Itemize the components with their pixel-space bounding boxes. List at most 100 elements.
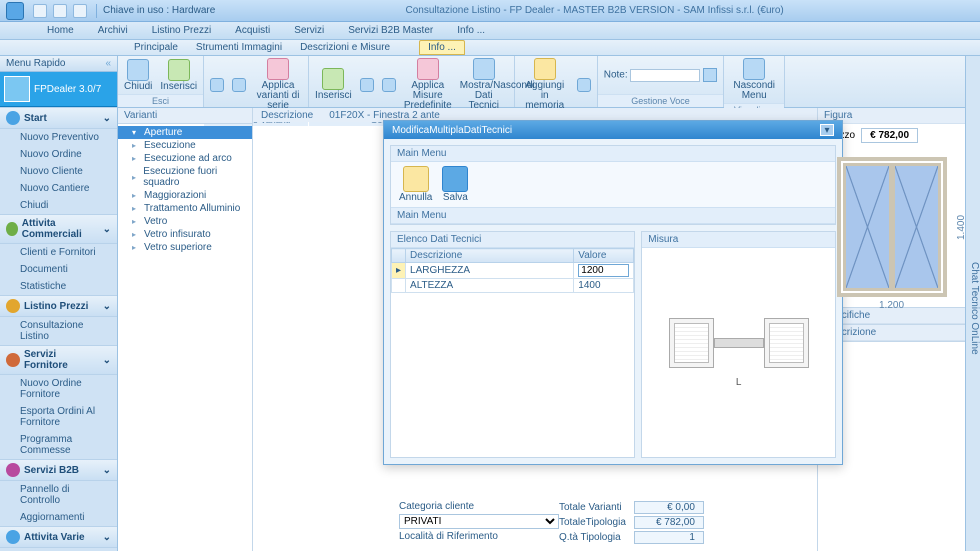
tree-node[interactable]: Vetro infisurato — [118, 228, 252, 241]
qat-redo-icon[interactable] — [73, 4, 87, 18]
value-input[interactable] — [578, 264, 629, 277]
nav-item[interactable]: Nuovo Cliente — [0, 163, 117, 180]
nav-group-head[interactable]: Servizi B2B ⌄ — [0, 459, 117, 481]
tree-node[interactable]: Aperture — [118, 126, 252, 139]
nav-group-icon — [6, 353, 20, 367]
app-orb[interactable] — [6, 2, 24, 20]
ribbon-button-label: Inserisci — [160, 82, 197, 92]
ribbon-button-label: Nascondi Menu — [730, 81, 778, 101]
tree-node[interactable]: Vetro — [118, 215, 252, 228]
search-icon[interactable] — [703, 68, 717, 82]
cell-valore-editing[interactable] — [574, 263, 634, 279]
ribbon-button[interactable]: Chiudi — [124, 59, 152, 92]
modal-save-label: Salva — [443, 192, 468, 203]
nav-group-head[interactable]: Attivita Varie ⌄ — [0, 526, 117, 548]
note-field[interactable]: Note: — [604, 68, 717, 82]
chevron-down-icon: ⌄ — [103, 301, 111, 312]
nav-item[interactable]: Chiudi — [0, 197, 117, 214]
variant-tree[interactable]: ApertureEsecuzioneEsecuzione ad arcoEsec… — [118, 124, 252, 256]
modal-save-button[interactable]: Salva — [442, 166, 468, 203]
menu-b2b[interactable]: Servizi B2B Master — [336, 25, 445, 36]
ribbon-button[interactable] — [382, 78, 396, 92]
nav-item[interactable]: Documenti — [0, 261, 117, 278]
menu-home[interactable]: Home — [35, 25, 86, 36]
nav-item[interactable]: Consultazione Listino — [0, 317, 117, 345]
tech-data-grid[interactable]: Descrizione Valore ▸ LARGHEZZA — [391, 248, 634, 293]
menu-listino[interactable]: Listino Prezzi — [140, 25, 223, 36]
nav-item[interactable]: Clienti e Fornitori — [0, 244, 117, 261]
tab-info-active[interactable]: Info ... — [419, 40, 465, 55]
modal-close-icon[interactable]: ▾ — [820, 124, 834, 136]
modal-title: ModificaMultiplaDatiTecnici — [392, 125, 512, 136]
menu-archivi[interactable]: Archivi — [86, 25, 140, 36]
cell-descrizione[interactable]: LARGHEZZA — [406, 263, 574, 279]
ribbon-button[interactable] — [210, 78, 224, 92]
ribbon-button[interactable]: Inserisci — [315, 68, 352, 101]
nav-item[interactable]: Statistiche — [0, 278, 117, 295]
chevron-down-icon: ⌄ — [103, 532, 111, 543]
note-input[interactable] — [630, 69, 700, 82]
category-select[interactable]: PRIVATI — [399, 514, 559, 529]
ribbon-button[interactable]: Mostra/Nascondi Dati Tecnici — [460, 58, 508, 111]
ribbon-button-icon — [360, 78, 374, 92]
nav-item[interactable]: Pannello di Controllo — [0, 481, 117, 509]
qat-undo-icon[interactable] — [53, 4, 67, 18]
col-valore[interactable]: Valore — [574, 249, 634, 263]
ribbon-button[interactable]: Nascondi Menu — [730, 58, 778, 101]
table-row[interactable]: ▸ LARGHEZZA — [392, 263, 634, 279]
nav-group-head[interactable]: Attivita Commerciali ⌄ — [0, 214, 117, 244]
ribbon-button-icon — [417, 58, 439, 80]
nav-item[interactable]: Nuovo Ordine Fornitore — [0, 375, 117, 403]
ribbon-tabs: Principale Strumenti Immagini Descrizion… — [0, 40, 980, 56]
cell-valore[interactable]: 1400 — [574, 279, 634, 293]
nav-item[interactable]: Esporta Ordini Al Fornitore — [0, 403, 117, 431]
ribbon: Chiudi Inserisci Esci Applica varianti di s… — [118, 56, 965, 108]
left-nav: Menu Rapido « FPDealer 3.0/7 Start ⌄Nuov… — [0, 56, 118, 551]
nav-item[interactable]: Nuovo Preventivo — [0, 129, 117, 146]
modal-cancel-button[interactable]: Annulla — [399, 166, 432, 203]
nav-item[interactable]: Nuovo Cantiere — [0, 180, 117, 197]
ribbon-button[interactable]: Applica Misure Predefinite — [404, 58, 452, 111]
ribbon-button-label: Applica Misure Predefinite — [404, 81, 452, 111]
ribbon-group: Note: Gestione Voce — [598, 56, 724, 107]
nav-item[interactable]: Programma Commesse — [0, 431, 117, 459]
ribbon-button[interactable]: Inserisci — [160, 59, 197, 92]
collapse-icon[interactable]: « — [105, 58, 111, 69]
nav-group-head[interactable]: Listino Prezzi ⌄ — [0, 295, 117, 317]
tree-node[interactable]: Vetro superiore — [118, 241, 252, 254]
tab-principale[interactable]: Principale — [125, 40, 187, 55]
nav-item[interactable]: Nuovo Ordine — [0, 146, 117, 163]
table-row[interactable]: ALTEZZA 1400 — [392, 279, 634, 293]
ribbon-button[interactable] — [577, 78, 591, 92]
ribbon-button[interactable]: Applica varianti di serie — [254, 58, 302, 111]
qat-save-icon[interactable] — [33, 4, 47, 18]
tab-descrizioni[interactable]: Descrizioni e Misure — [291, 40, 399, 55]
ribbon-button-icon — [743, 58, 765, 80]
tree-node[interactable]: Esecuzione ad arco — [118, 152, 252, 165]
nav-group-head[interactable]: Start ⌄ — [0, 107, 117, 129]
modal-title-bar[interactable]: ModificaMultiplaDatiTecnici ▾ — [384, 121, 842, 139]
col-descrizione[interactable]: Descrizione — [406, 249, 574, 263]
modal-cancel-label: Annulla — [399, 192, 432, 203]
cell-descrizione[interactable]: ALTEZZA — [406, 279, 574, 293]
chat-rail[interactable]: Chat Tecnico OnLine — [965, 56, 980, 551]
ribbon-button[interactable]: Aggiungi in memoria — [521, 58, 569, 111]
ribbon-button[interactable] — [232, 78, 246, 92]
nav-group-icon — [6, 299, 20, 313]
ribbon-button-icon — [473, 58, 495, 80]
menu-info[interactable]: Info ... — [445, 25, 497, 36]
ribbon-group-caption: Esci — [118, 94, 203, 107]
tab-strumenti[interactable]: Strumenti Immagini — [187, 40, 291, 55]
measure-preview-head: Misura — [642, 232, 835, 248]
menu-acquisti[interactable]: Acquisti — [223, 25, 282, 36]
tree-node[interactable]: Maggiorazioni — [118, 189, 252, 202]
nav-group-label: Start — [24, 113, 47, 124]
nav-item[interactable]: Aggiornamenti — [0, 509, 117, 526]
tree-node[interactable]: Trattamento Alluminio — [118, 202, 252, 215]
tree-node[interactable]: Esecuzione — [118, 139, 252, 152]
dim-height: 1.400 — [956, 157, 967, 297]
nav-group-head[interactable]: Servizi Fornitore ⌄ — [0, 345, 117, 375]
ribbon-button[interactable] — [360, 78, 374, 92]
menu-servizi[interactable]: Servizi — [282, 25, 336, 36]
tree-node[interactable]: Esecuzione fuori squadro — [118, 165, 252, 189]
